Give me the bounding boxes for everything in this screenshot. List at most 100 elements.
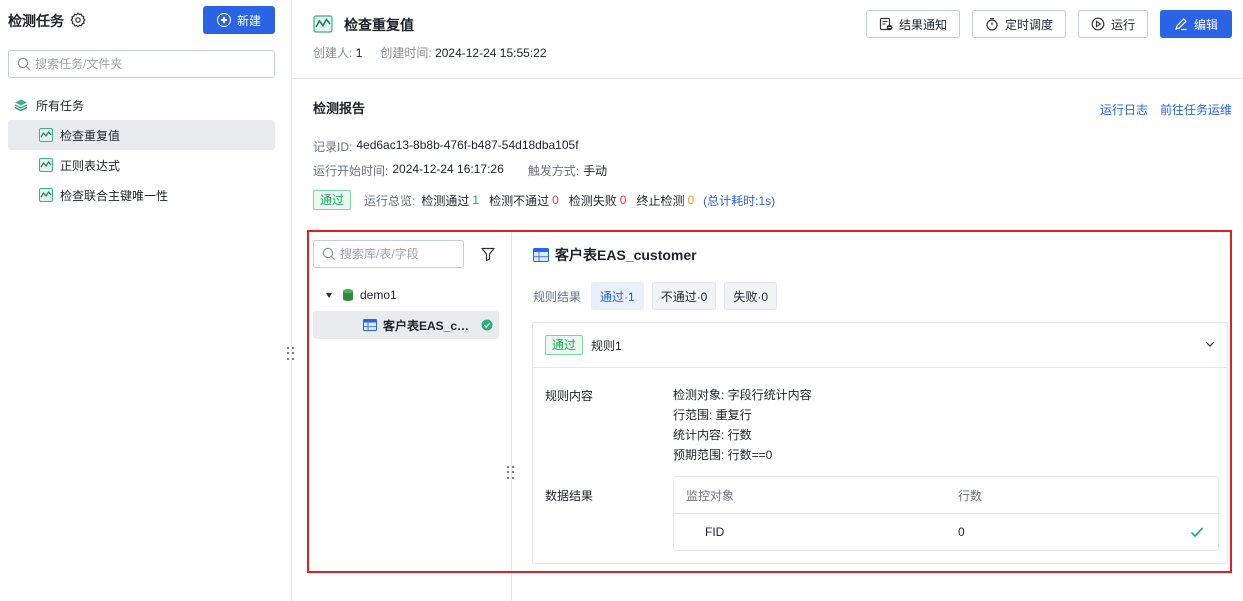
timer-icon bbox=[986, 17, 998, 31]
object-search-input[interactable] bbox=[340, 247, 458, 261]
play-circle-icon bbox=[1091, 17, 1105, 31]
task-search-box[interactable] bbox=[8, 50, 275, 78]
status-badge: 通过 bbox=[313, 190, 352, 210]
run-log-link[interactable]: 运行日志 bbox=[1100, 101, 1148, 118]
database-name: demo1 bbox=[360, 288, 397, 302]
detail-title-text: 客户表EAS_customer bbox=[555, 247, 697, 263]
filter-chip-error[interactable]: 失败·0 bbox=[724, 282, 778, 310]
rule-result-label: 规则结果 bbox=[533, 289, 582, 304]
edit-label: 编辑 bbox=[1193, 17, 1218, 32]
run-label: 运行 bbox=[1110, 17, 1135, 32]
trigger-value: 手动 bbox=[583, 164, 608, 178]
run-button[interactable]: 运行 bbox=[1078, 10, 1148, 38]
status-badge: 通过 bbox=[545, 335, 584, 355]
run-summary: 通过 运行总览: 检测通过 1 检测不通过 0 检测失败 0 终止检测 0 (总… bbox=[313, 190, 775, 210]
table-row: FID 0 bbox=[674, 514, 1218, 550]
task-sidebar: 检测任务 新建 所有任务 检查重复值 正则表达式 bbox=[0, 0, 292, 601]
monitor-task-icon bbox=[39, 128, 53, 142]
tree-node-database[interactable]: demo1 bbox=[326, 285, 397, 305]
record-id-line: 记录ID: 4ed6ac13-8b8b-476f-b487-54d18dba10… bbox=[313, 138, 579, 155]
edit-icon bbox=[1175, 18, 1187, 31]
monitor-task-icon bbox=[39, 158, 53, 172]
rule-content-line: 预期范围: 行数==0 bbox=[673, 448, 773, 462]
result-notify-label: 结果通知 bbox=[898, 17, 947, 32]
sidebar-item-label: 检查联合主键唯一性 bbox=[60, 188, 169, 203]
drag-handle-icon[interactable] bbox=[287, 347, 295, 361]
search-icon bbox=[17, 57, 31, 71]
check-circle-icon bbox=[481, 319, 493, 331]
sidebar-item-regex[interactable]: 正则表达式 bbox=[8, 150, 275, 180]
column-header: 监控对象 bbox=[686, 488, 735, 503]
rule-content-lines: 检测对象: 字段行统计内容 行范围: 重复行 统计内容: 行数 预期范围: 行数… bbox=[673, 385, 812, 465]
column-header: 行数 bbox=[958, 488, 983, 503]
new-task-label: 新建 bbox=[236, 13, 261, 28]
filter-chip-pass[interactable]: 通过·1 bbox=[591, 282, 644, 310]
created-value: 2024-12-24 15:55:22 bbox=[435, 46, 547, 60]
edit-button[interactable]: 编辑 bbox=[1160, 10, 1232, 38]
run-start-label: 运行开始时间: bbox=[313, 164, 389, 178]
monitor-object-cell: FID bbox=[705, 525, 725, 539]
run-start-line: 运行开始时间: 2024-12-24 16:17:26 触发方式: 手动 bbox=[313, 162, 607, 179]
creator-value: 1 bbox=[355, 46, 363, 60]
task-ops-link[interactable]: 前往任务运维 bbox=[1160, 101, 1232, 118]
notify-icon bbox=[879, 17, 893, 31]
filter-chip-fail[interactable]: 不通过·0 bbox=[651, 282, 717, 310]
result-notify-button[interactable]: 结果通知 bbox=[866, 10, 960, 38]
sidebar-item-label: 检查重复值 bbox=[60, 128, 121, 143]
creator-info: 创建人: 1 bbox=[313, 44, 362, 61]
plus-circle-icon bbox=[216, 13, 231, 27]
trigger-label: 触发方式: bbox=[527, 164, 580, 178]
tree-node-table[interactable]: 客户表EAS_customer bbox=[313, 311, 499, 339]
rule-name: 规则1 bbox=[591, 338, 622, 353]
rule-content-line: 检测对象: 字段行统计内容 bbox=[673, 388, 812, 402]
fail-count: 0 bbox=[552, 193, 559, 207]
error-count: 0 bbox=[619, 193, 627, 207]
rule-card: 通过 规则1 规则内容 检测对象: 字段行统计内容 行范围: 重复行 统计内容:… bbox=[532, 322, 1228, 564]
pass-label: 检测通过 bbox=[421, 193, 470, 208]
table-icon bbox=[533, 248, 549, 262]
table-icon bbox=[363, 319, 377, 331]
database-icon bbox=[343, 289, 353, 301]
new-task-button[interactable]: 新建 bbox=[203, 6, 275, 34]
filter-icon[interactable] bbox=[480, 246, 496, 262]
task-search-input[interactable] bbox=[35, 57, 255, 71]
table-header-row: 监控对象 行数 bbox=[674, 477, 1218, 514]
layers-icon bbox=[14, 99, 28, 112]
detail-title: 客户表EAS_customer bbox=[533, 245, 697, 265]
sidebar-title: 检测任务 bbox=[8, 13, 64, 29]
report-title: 检测报告 bbox=[313, 101, 366, 116]
rule-result-filter: 规则结果 通过·1 不通过·0 失败·0 bbox=[533, 282, 778, 310]
pass-count: 1 bbox=[472, 193, 480, 207]
data-result-table: 监控对象 行数 FID 0 bbox=[673, 476, 1219, 551]
created-label: 创建时间: bbox=[380, 46, 432, 60]
tree-root-all-tasks[interactable]: 所有任务 bbox=[14, 96, 84, 114]
overview-label: 运行总览: bbox=[364, 193, 416, 208]
error-label: 检测失败 bbox=[568, 193, 617, 208]
schedule-button[interactable]: 定时调度 bbox=[972, 10, 1066, 38]
data-result-label: 数据结果 bbox=[545, 489, 594, 503]
total-time: (总计耗时:1s) bbox=[703, 193, 776, 208]
creator-label: 创建人: bbox=[313, 46, 353, 60]
sidebar-item-check-duplicates[interactable]: 检查重复值 bbox=[8, 120, 275, 150]
object-search-box[interactable] bbox=[313, 240, 464, 268]
sidebar-item-unique-key[interactable]: 检查联合主键唯一性 bbox=[8, 180, 275, 210]
panel-divider bbox=[511, 230, 512, 601]
caret-down-icon[interactable] bbox=[326, 292, 332, 298]
record-id-value: 4ed6ac13-8b8b-476f-b487-54d18dba105f bbox=[356, 138, 579, 152]
task-title: 检查重复值 bbox=[344, 17, 414, 33]
search-icon bbox=[322, 247, 336, 261]
chevron-down-icon[interactable] bbox=[1205, 339, 1215, 349]
check-icon bbox=[1190, 527, 1204, 538]
tree-root-label: 所有任务 bbox=[36, 98, 85, 113]
rule-content-label: 规则内容 bbox=[545, 389, 594, 403]
stop-count: 0 bbox=[687, 193, 695, 207]
drag-handle-icon[interactable] bbox=[507, 466, 515, 480]
sidebar-item-label: 正则表达式 bbox=[60, 158, 121, 173]
monitor-task-icon bbox=[39, 188, 53, 202]
record-id-label: 记录ID: bbox=[313, 140, 353, 154]
header-divider bbox=[293, 78, 1243, 79]
rule-card-header[interactable]: 通过 规则1 bbox=[533, 323, 1227, 368]
stop-label: 终止检测 bbox=[636, 193, 685, 208]
gear-icon[interactable] bbox=[70, 12, 86, 28]
